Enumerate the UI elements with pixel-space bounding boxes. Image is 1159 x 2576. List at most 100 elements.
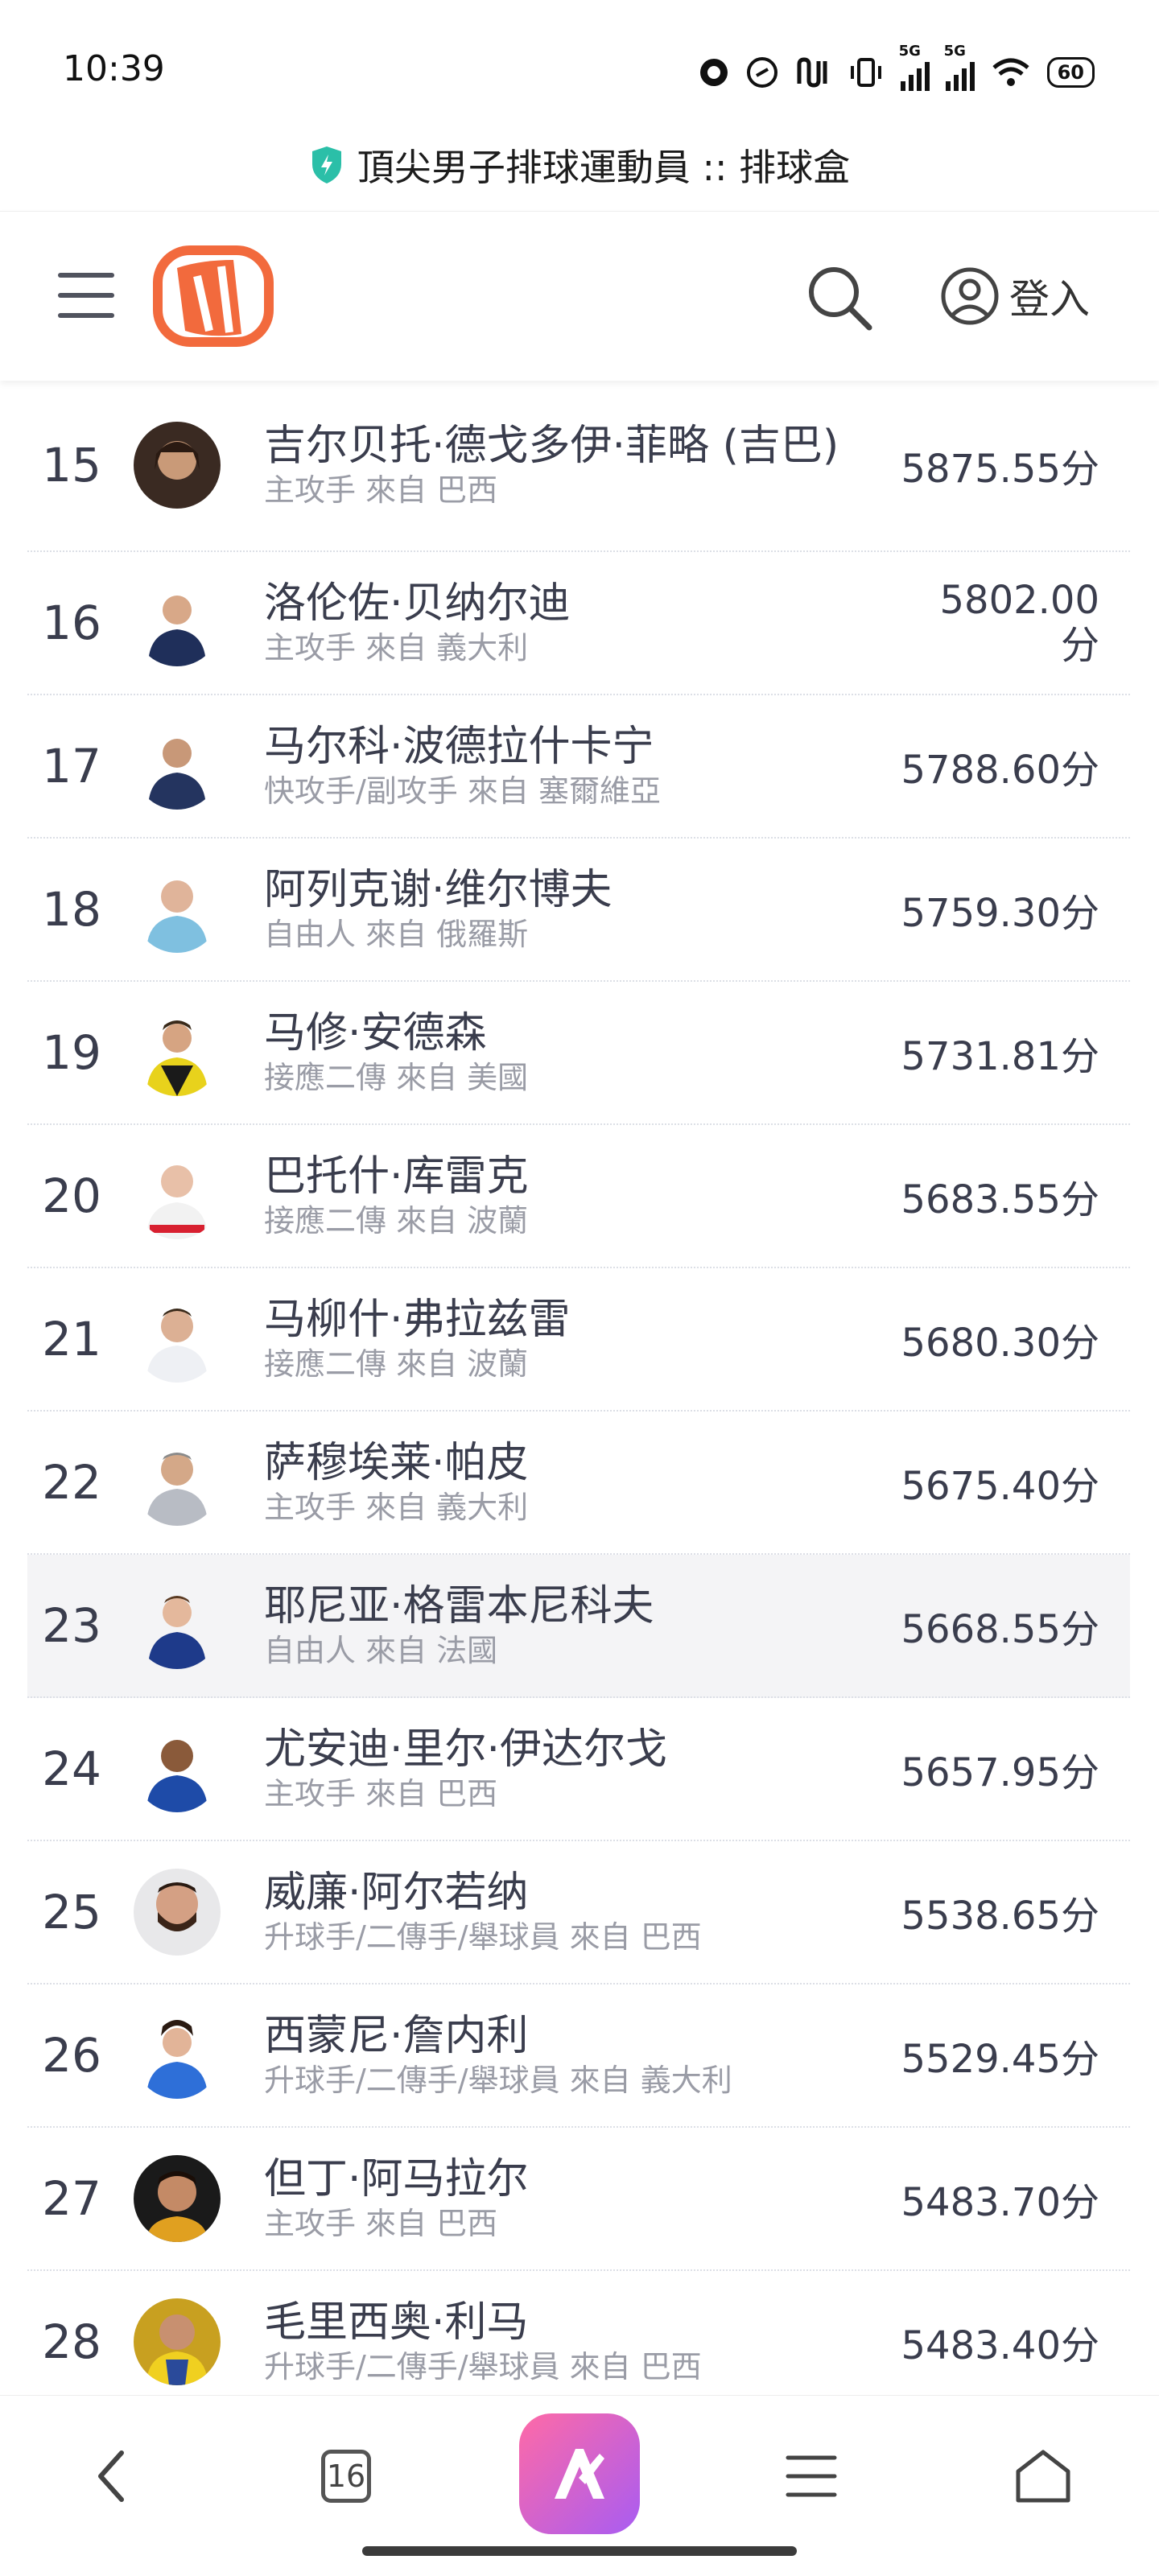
player-meta: 自由人 來自 法國 (264, 1633, 498, 1668)
player-name[interactable]: 萨穆埃莱·帕皮 (264, 1439, 843, 1487)
player-row[interactable]: 25 威廉·阿尔若纳 升球手/二傳手/舉球員 來自 巴西 5538.65分 (27, 1841, 1130, 1985)
player-rank: 28 (42, 2314, 101, 2369)
player-name[interactable]: 马修·安德森 (264, 1009, 843, 1057)
player-score: 5802.00分 (939, 578, 1100, 668)
menu-lines-icon (786, 2455, 837, 2497)
player-avatar (134, 2298, 221, 2385)
player-row[interactable]: 28 毛里西奥·利马 升球手/二傳手/舉球員 來自 巴西 5483.40分 (27, 2271, 1130, 2414)
player-rank: 24 (42, 1741, 101, 1796)
player-name[interactable]: 西蒙尼·詹内利 (264, 2012, 843, 2060)
player-score: 5759.30分 (901, 891, 1100, 936)
back-button[interactable] (64, 2428, 161, 2524)
player-rank: 21 (42, 1312, 101, 1366)
menu-button[interactable] (763, 2428, 860, 2524)
gesture-bar[interactable] (362, 2546, 797, 2556)
player-score: 5529.45分 (901, 2037, 1100, 2082)
chevron-left-icon (98, 2450, 124, 2502)
player-name[interactable]: 威廉·阿尔若纳 (264, 1869, 843, 1917)
battery-icon: 60 (1046, 57, 1095, 88)
player-row[interactable]: 15 吉尔贝托·德戈多伊·菲略 (吉巴) 主攻手 來自 巴西 5875.55分 (27, 380, 1130, 552)
menu-icon[interactable] (58, 273, 114, 321)
player-avatar (134, 1725, 221, 1812)
status-time: 10:39 (63, 48, 165, 89)
player-row[interactable]: 27 但丁·阿马拉尔 主攻手 來自 巴西 5483.70分 (27, 2128, 1130, 2271)
player-meta: 升球手/二傳手/舉球員 來自 義大利 (264, 2063, 732, 2098)
player-row[interactable]: 23 耶尼亚·格雷本尼科夫 自由人 來自 法國 5668.55分 (27, 1555, 1130, 1698)
login-button[interactable]: 登入 (940, 266, 1090, 326)
home-button[interactable] (995, 2428, 1091, 2524)
signal-1-icon: 5G (899, 43, 930, 91)
player-name[interactable]: 马尔科·波德拉什卡宁 (264, 723, 843, 771)
player-avatar (134, 723, 221, 810)
site-header: 登入 (0, 211, 1159, 381)
player-row[interactable]: 26 西蒙尼·詹内利 升球手/二傳手/舉球員 來自 義大利 5529.45分 (27, 1985, 1130, 2128)
player-rank: 16 (42, 596, 101, 650)
player-avatar (134, 1869, 221, 1956)
player-name[interactable]: 阿列克谢·维尔博夫 (264, 866, 843, 914)
nfc-icon (797, 57, 827, 88)
tab-count: 16 (321, 2450, 371, 2503)
home-icon (1016, 2450, 1070, 2503)
player-row[interactable]: 17 马尔科·波德拉什卡宁 快攻手/副攻手 來自 塞爾維亞 5788.60分 (27, 695, 1130, 839)
tabs-button[interactable]: 16 (298, 2428, 394, 2524)
player-row[interactable]: 19 马修·安德森 接應二傳 來自 美國 5731.81分 (27, 982, 1130, 1125)
player-avatar (134, 1296, 221, 1383)
player-meta: 主攻手 來自 巴西 (264, 1776, 498, 1811)
player-avatar (134, 866, 221, 953)
player-score: 5875.55分 (901, 447, 1100, 492)
player-rank: 25 (42, 1885, 101, 1939)
player-name[interactable]: 但丁·阿马拉尔 (264, 2155, 843, 2203)
status-bar: 10:39 5G 5G 60 (0, 0, 1159, 121)
player-score: 5675.40分 (901, 1464, 1100, 1509)
player-rank: 27 (42, 2171, 101, 2226)
search-icon[interactable] (805, 263, 874, 332)
player-score: 5731.81分 (901, 1034, 1100, 1079)
player-rank: 17 (42, 739, 101, 793)
player-score: 5483.40分 (901, 2323, 1100, 2368)
player-avatar (134, 2155, 221, 2242)
player-row[interactable]: 24 尤安迪·里尔·伊达尔戈 主攻手 來自 巴西 5657.95分 (27, 1698, 1130, 1841)
signal-2-icon: 5G (944, 43, 975, 91)
browser-app-button[interactable] (519, 2413, 640, 2534)
player-meta: 自由人 來自 俄羅斯 (264, 917, 529, 952)
player-name[interactable]: 吉尔贝托·德戈多伊·菲略 (吉巴) (264, 422, 843, 470)
player-name[interactable]: 马柳什·弗拉兹雷 (264, 1296, 843, 1344)
player-score: 5668.55分 (901, 1607, 1100, 1652)
player-score: 5538.65分 (901, 1894, 1100, 1939)
player-name[interactable]: 毛里西奥·利马 (264, 2298, 843, 2347)
player-meta: 主攻手 來自 巴西 (264, 2206, 498, 2241)
player-score: 5657.95分 (901, 1750, 1100, 1795)
login-label: 登入 (1009, 276, 1090, 323)
player-score: 5788.60分 (901, 748, 1100, 793)
page-title: 頂尖男子排球運動員 :: 排球盒 (357, 146, 851, 189)
user-icon (941, 267, 999, 325)
player-meta: 接應二傳 來自 美國 (264, 1060, 529, 1095)
player-row[interactable]: 18 阿列克谢·维尔博夫 自由人 來自 俄羅斯 5759.30分 (27, 839, 1130, 982)
vibrate-icon (850, 58, 881, 87)
player-meta: 主攻手 來自 巴西 (264, 472, 498, 508)
player-rank: 23 (42, 1598, 101, 1653)
player-row[interactable]: 16 洛伦佐·贝纳尔迪 主攻手 來自 義大利 5802.00分 (27, 552, 1130, 695)
player-rank: 19 (42, 1025, 101, 1080)
volleybox-logo-icon[interactable] (153, 244, 274, 348)
player-avatar (134, 2012, 221, 2099)
player-name[interactable]: 尤安迪·里尔·伊达尔戈 (264, 1725, 843, 1774)
player-rank: 15 (42, 438, 101, 493)
player-score: 5680.30分 (901, 1321, 1100, 1366)
player-name[interactable]: 巴托什·库雷克 (264, 1152, 843, 1201)
player-score: 5683.55分 (901, 1177, 1100, 1222)
player-avatar (134, 422, 221, 509)
player-row[interactable]: 22 萨穆埃莱·帕皮 主攻手 來自 義大利 5675.40分 (27, 1412, 1130, 1555)
player-name[interactable]: 洛伦佐·贝纳尔迪 (264, 579, 843, 628)
link-icon (746, 57, 777, 88)
player-row[interactable]: 21 马柳什·弗拉兹雷 接應二傳 來自 波蘭 5680.30分 (27, 1268, 1130, 1412)
vpn-icon (699, 59, 728, 86)
player-score: 5483.70分 (901, 2180, 1100, 2225)
player-name[interactable]: 耶尼亚·格雷本尼科夫 (264, 1582, 843, 1630)
player-meta: 快攻手/副攻手 來自 塞爾維亞 (264, 773, 661, 809)
player-row[interactable]: 20 巴托什·库雷克 接應二傳 來自 波蘭 5683.55分 (27, 1125, 1130, 1268)
browser-logo-icon (519, 2413, 640, 2534)
url-bar[interactable]: 頂尖男子排球運動員 :: 排球盒 (0, 121, 1159, 209)
player-avatar (134, 1582, 221, 1669)
player-meta: 接應二傳 來自 波蘭 (264, 1346, 529, 1382)
